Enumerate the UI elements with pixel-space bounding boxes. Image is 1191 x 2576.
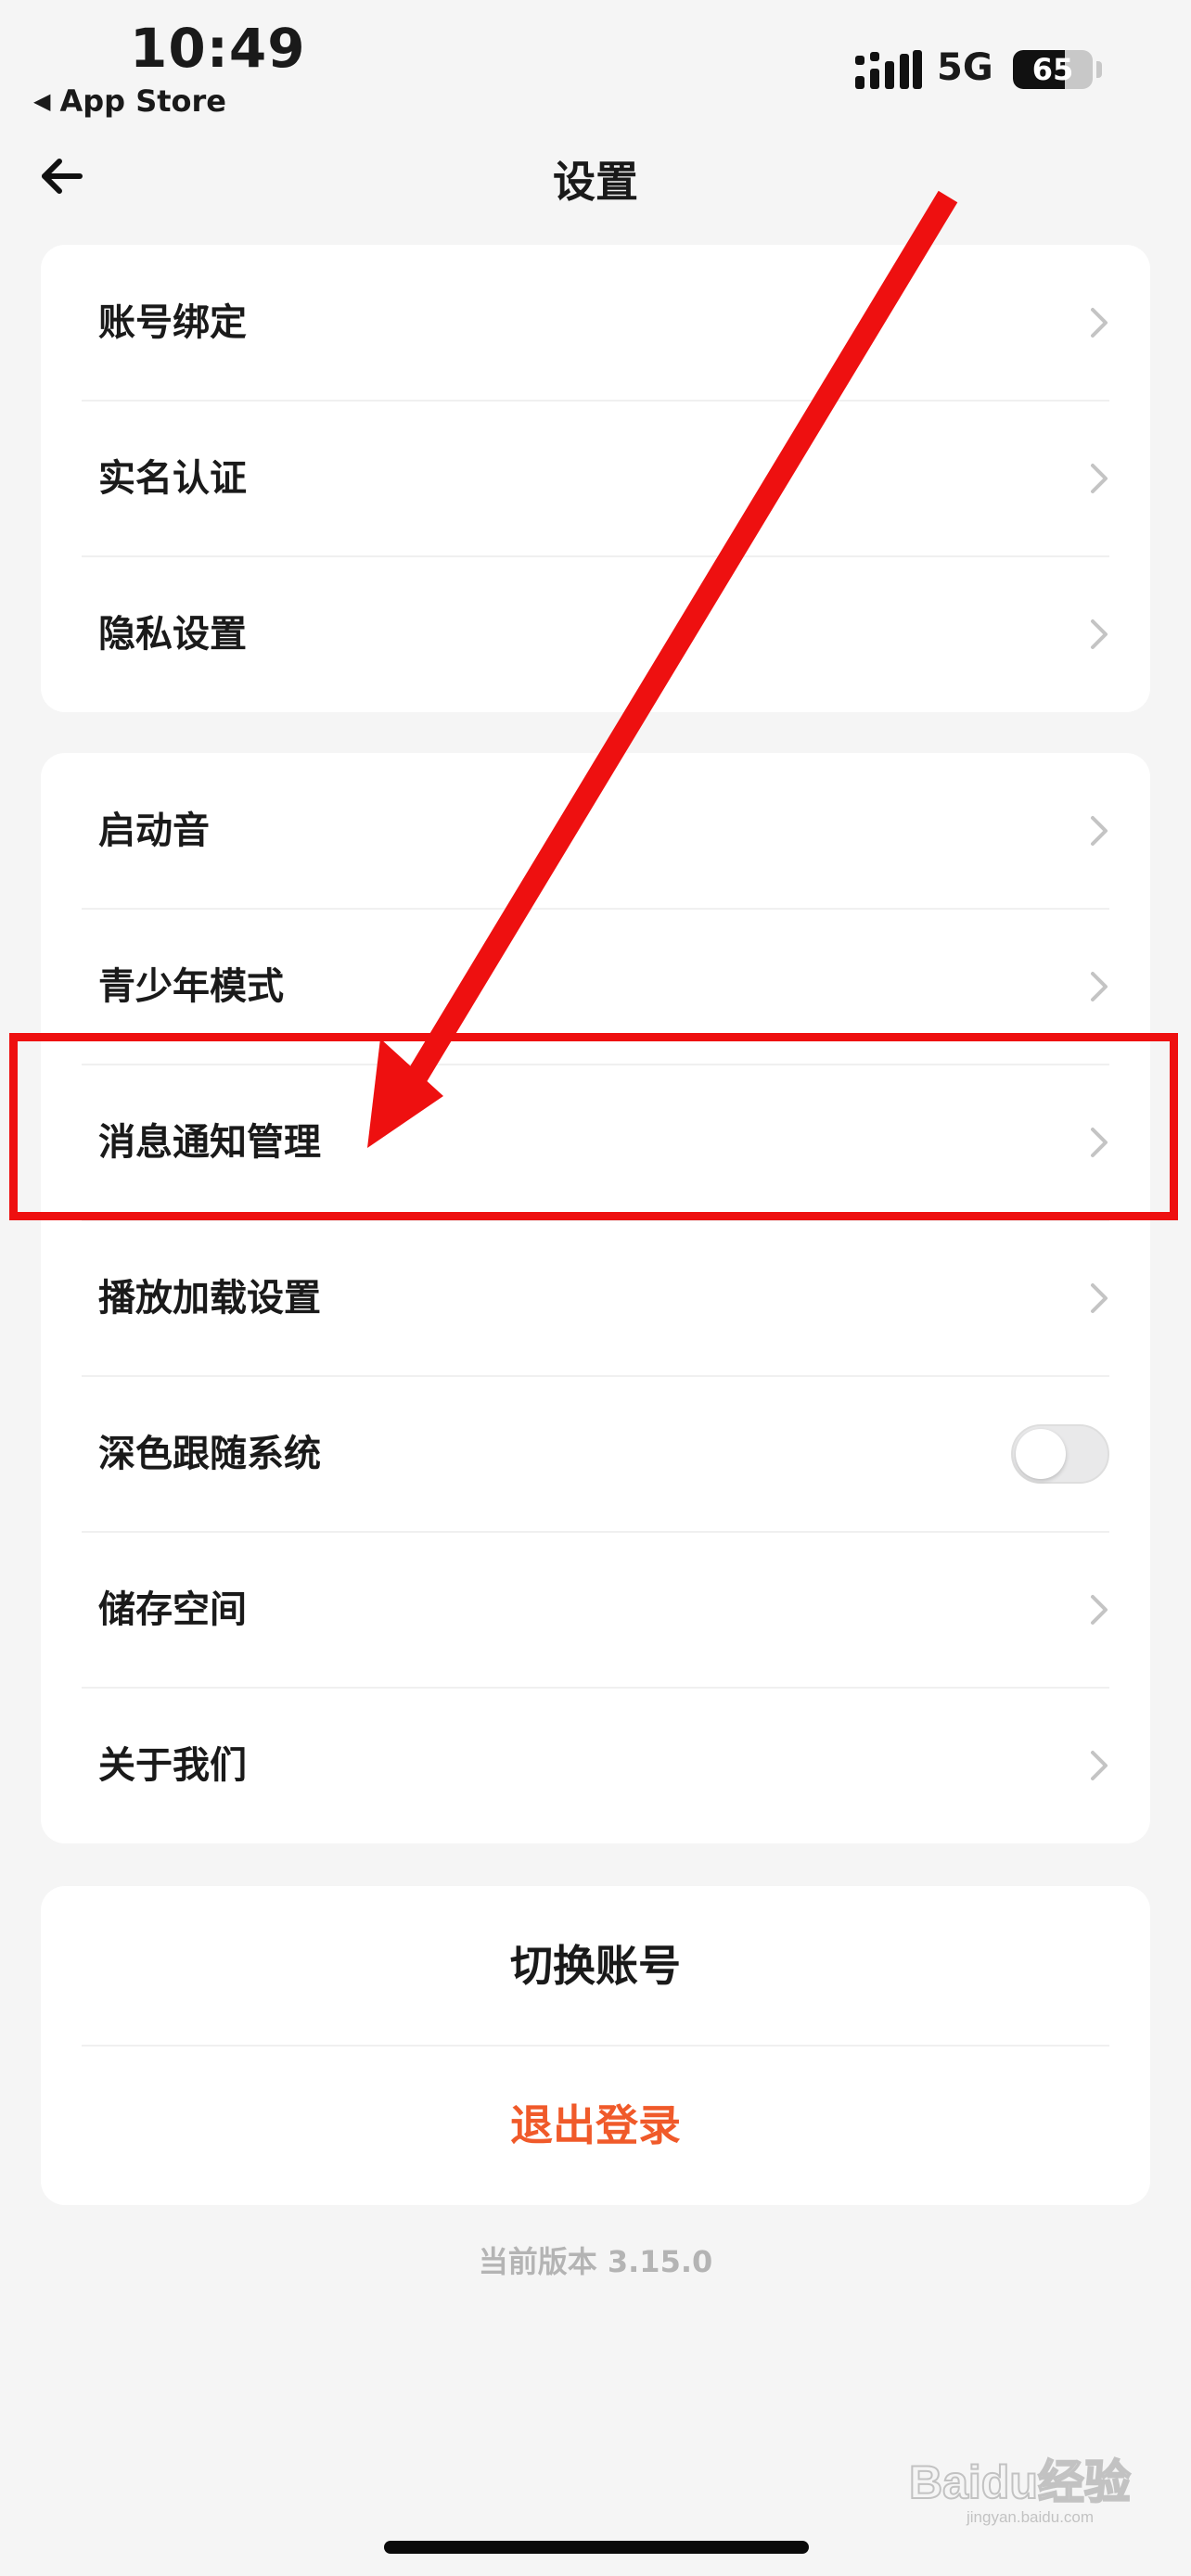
svg-text:Baidu经验: Baidu经验 xyxy=(909,2456,1131,2508)
settings-group-account: 账号绑定 实名认证 隐私设置 xyxy=(41,245,1150,712)
privacy-settings-item[interactable]: 隐私设置 xyxy=(41,556,1150,712)
svg-text:jingyan.baidu.com: jingyan.baidu.com xyxy=(966,2508,1094,2526)
settings-group-general: 启动音 青少年模式 消息通知管理 播放加载设置 深色跟随系统 储存空间 关于我们 xyxy=(41,753,1150,1843)
account-binding-item[interactable]: 账号绑定 xyxy=(41,245,1150,401)
playback-loading-settings-item[interactable]: 播放加载设置 xyxy=(41,1220,1150,1376)
page-title: 设置 xyxy=(553,157,638,207)
item-label: 账号绑定 xyxy=(98,301,247,344)
item-label: 隐私设置 xyxy=(98,613,247,656)
about-us-item[interactable]: 关于我们 xyxy=(41,1688,1150,1843)
item-label: 关于我们 xyxy=(98,1744,247,1787)
dark-mode-follow-system-item: 深色跟随系统 xyxy=(41,1376,1150,1532)
network-type: 5G xyxy=(937,46,993,89)
back-app-label: App Store xyxy=(59,83,226,119)
battery-icon: 65 xyxy=(1013,50,1093,89)
signal-icon xyxy=(855,50,922,89)
toggle-knob xyxy=(1016,1429,1066,1479)
item-label: 播放加载设置 xyxy=(98,1277,321,1320)
item-label: 实名认证 xyxy=(98,457,247,500)
highlight-annotation-box xyxy=(9,1033,1178,1220)
dark-mode-toggle[interactable] xyxy=(1011,1424,1109,1484)
battery-percentage: 65 xyxy=(1031,52,1074,87)
chevron-right-icon xyxy=(1091,816,1108,846)
chevron-right-icon xyxy=(1091,972,1108,1001)
status-bar: 10:49 ◀ App Store 5G 65 xyxy=(0,0,1191,130)
storage-space-item[interactable]: 储存空间 xyxy=(41,1532,1150,1688)
account-actions: 切换账号 退出登录 xyxy=(41,1886,1150,2205)
app-version: 当前版本 3.15.0 xyxy=(478,2244,713,2279)
chevron-right-icon xyxy=(1091,1283,1108,1313)
chevron-right-icon xyxy=(1091,1595,1108,1625)
baidu-watermark-logo: Baidu经验 jingyan.baidu.com xyxy=(909,2455,1132,2526)
nav-bar: 设置 xyxy=(0,130,1191,223)
chevron-right-icon xyxy=(1091,619,1108,649)
chevron-right-icon xyxy=(1091,464,1108,493)
real-name-verification-item[interactable]: 实名认证 xyxy=(41,401,1150,556)
battery-cap xyxy=(1096,61,1102,78)
item-label: 启动音 xyxy=(98,810,210,852)
chevron-right-icon xyxy=(1091,308,1108,338)
item-label: 深色跟随系统 xyxy=(98,1433,321,1475)
home-indicator xyxy=(384,2541,809,2554)
item-label: 储存空间 xyxy=(98,1588,247,1631)
logout-button[interactable]: 退出登录 xyxy=(41,2046,1150,2205)
back-to-app-store[interactable]: ◀ App Store xyxy=(33,83,226,119)
back-triangle-icon: ◀ xyxy=(33,88,51,114)
startup-sound-item[interactable]: 启动音 xyxy=(41,753,1150,909)
status-time: 10:49 xyxy=(130,17,306,80)
chevron-right-icon xyxy=(1091,1751,1108,1780)
switch-account-button[interactable]: 切换账号 xyxy=(41,1886,1150,2046)
